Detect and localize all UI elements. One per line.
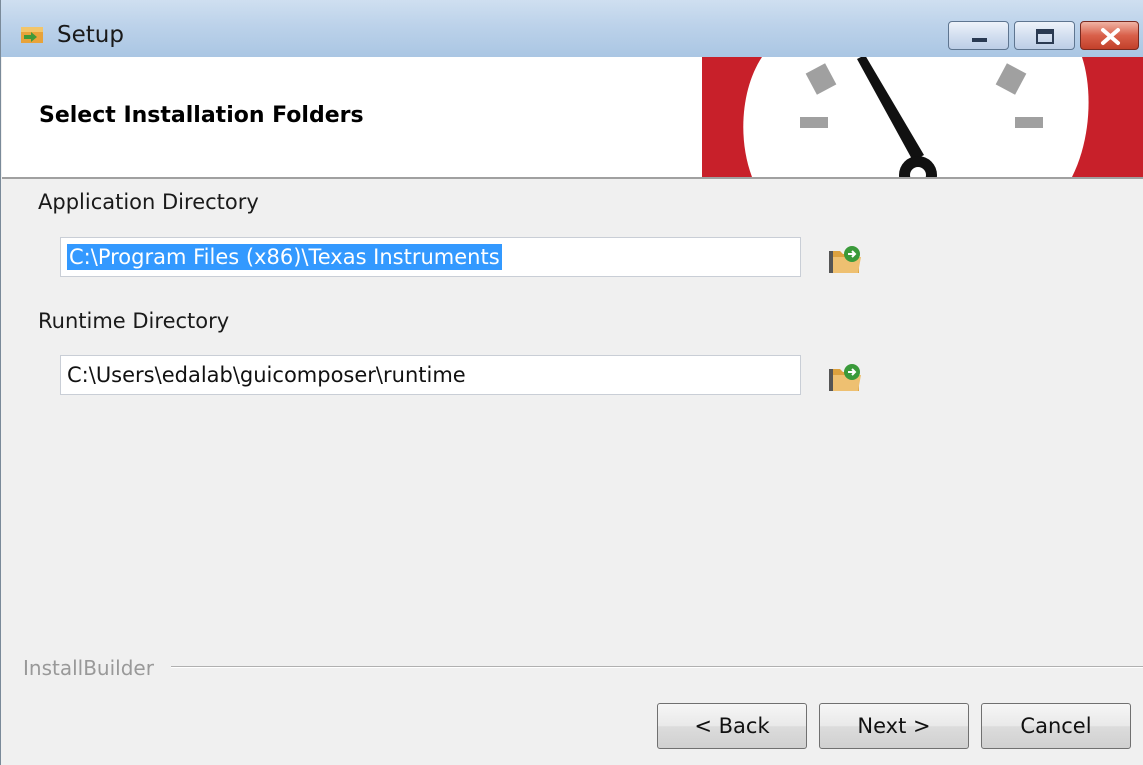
cancel-button[interactable]: Cancel — [981, 703, 1131, 749]
application-directory-value: C:\Program Files (x86)\Texas Instruments — [67, 244, 502, 270]
runtime-directory-label: Runtime Directory — [38, 309, 230, 333]
close-button[interactable] — [1080, 21, 1139, 50]
browse-folder-icon[interactable] — [826, 243, 864, 277]
application-directory-input[interactable]: C:\Program Files (x86)\Texas Instruments — [60, 237, 801, 277]
setup-app-icon — [21, 27, 43, 43]
application-directory-label: Application Directory — [38, 190, 259, 214]
footer-divider — [171, 666, 1143, 668]
setup-window: Setup Select Installation Folders Applic… — [0, 0, 1143, 765]
close-icon — [1101, 28, 1120, 45]
window-title: Setup — [57, 22, 124, 48]
minimize-icon — [972, 38, 987, 42]
runtime-directory-input[interactable]: C:\Users\edalab\guicomposer\runtime — [60, 355, 801, 395]
page-title: Select Installation Folders — [39, 103, 364, 128]
gauge-logo-icon — [702, 57, 1143, 177]
next-button[interactable]: Next > — [819, 703, 969, 749]
browse-folder-icon[interactable] — [826, 361, 864, 395]
minimize-button[interactable] — [948, 21, 1009, 50]
maximize-icon — [1036, 29, 1054, 44]
installbuilder-label: InstallBuilder — [23, 656, 154, 680]
back-button[interactable]: < Back — [657, 703, 807, 749]
header-banner: Select Installation Folders — [2, 57, 1143, 179]
title-bar[interactable]: Setup — [1, 0, 1143, 57]
maximize-button[interactable] — [1014, 21, 1075, 50]
